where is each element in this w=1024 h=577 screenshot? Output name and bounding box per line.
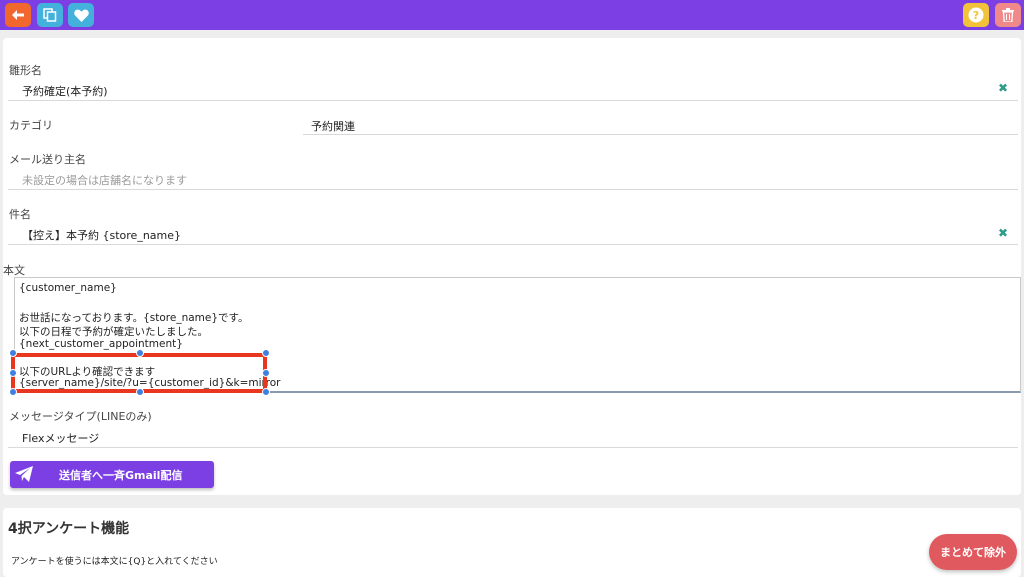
bulk-exclude-button[interactable]: まとめて除外 (929, 534, 1017, 570)
category-select[interactable]: 予約関連 (311, 118, 355, 134)
message-type-select[interactable]: Flexメッセージ (22, 430, 99, 446)
template-name-label: 雛形名 (9, 64, 42, 77)
resize-handle[interactable] (262, 388, 270, 396)
body-line: お世話になっております。{store_name}です。 (19, 312, 249, 324)
body-line: 以下の日程で予約が確定いたしました。 (19, 326, 208, 338)
resize-handle[interactable] (9, 369, 17, 377)
subject-label: 件名 (9, 208, 31, 221)
delete-button[interactable] (995, 3, 1021, 27)
gmail-broadcast-label: 送信者へ一斉Gmail配信 (59, 469, 183, 482)
sender-name-label: メール送り主名 (9, 153, 86, 166)
resize-handle[interactable] (136, 349, 144, 357)
copy-button[interactable] (37, 3, 63, 27)
clear-template-name-icon[interactable]: ✖ (998, 81, 1008, 95)
body-label: 本文 (3, 264, 25, 277)
back-button[interactable] (5, 3, 31, 27)
text-selection-highlight (11, 353, 267, 393)
body-line: {next_customer_appointment} (19, 338, 183, 350)
question-icon: ? (968, 7, 984, 23)
divider (8, 189, 1018, 190)
template-name-input[interactable]: 予約確定(本予約) (22, 83, 108, 99)
divider (8, 447, 1018, 448)
message-type-label: メッセージタイプ(LINEのみ) (9, 410, 152, 423)
gmail-broadcast-button[interactable]: 送信者へ一斉Gmail配信 (10, 461, 214, 488)
svg-text:?: ? (973, 9, 979, 22)
top-toolbar: ? (0, 0, 1024, 30)
resize-handle[interactable] (9, 349, 17, 357)
survey-title: 4択アンケート機能 (8, 521, 130, 537)
help-button[interactable]: ? (963, 3, 989, 27)
clear-subject-icon[interactable]: ✖ (998, 226, 1008, 240)
sender-name-input[interactable]: 未設定の場合は店舗名になります (22, 172, 187, 188)
resize-handle[interactable] (136, 388, 144, 396)
trash-icon (1002, 8, 1014, 22)
favorite-button[interactable] (68, 3, 94, 27)
divider (8, 244, 1018, 245)
resize-handle[interactable] (9, 388, 17, 396)
resize-handle[interactable] (262, 369, 270, 377)
body-line: {customer_name} (19, 282, 117, 294)
copy-icon (43, 8, 57, 22)
template-form-panel: 雛形名 予約確定(本予約) ✖ カテゴリ 予約関連 メール送り主名 未設定の場合… (3, 38, 1021, 495)
category-label: カテゴリ (9, 119, 53, 132)
divider (8, 100, 1018, 101)
heart-icon (73, 9, 89, 22)
arrow-left-icon (12, 10, 24, 20)
paper-plane-icon (15, 466, 33, 482)
resize-handle[interactable] (262, 349, 270, 357)
subject-input[interactable]: 【控え】本予約 {store_name} (22, 227, 181, 243)
survey-panel: 4択アンケート機能 アンケートを使うには本文に{Q}と入れてください (3, 508, 1021, 577)
survey-hint: アンケートを使うには本文に{Q}と入れてください (11, 557, 218, 567)
divider (303, 134, 1018, 135)
